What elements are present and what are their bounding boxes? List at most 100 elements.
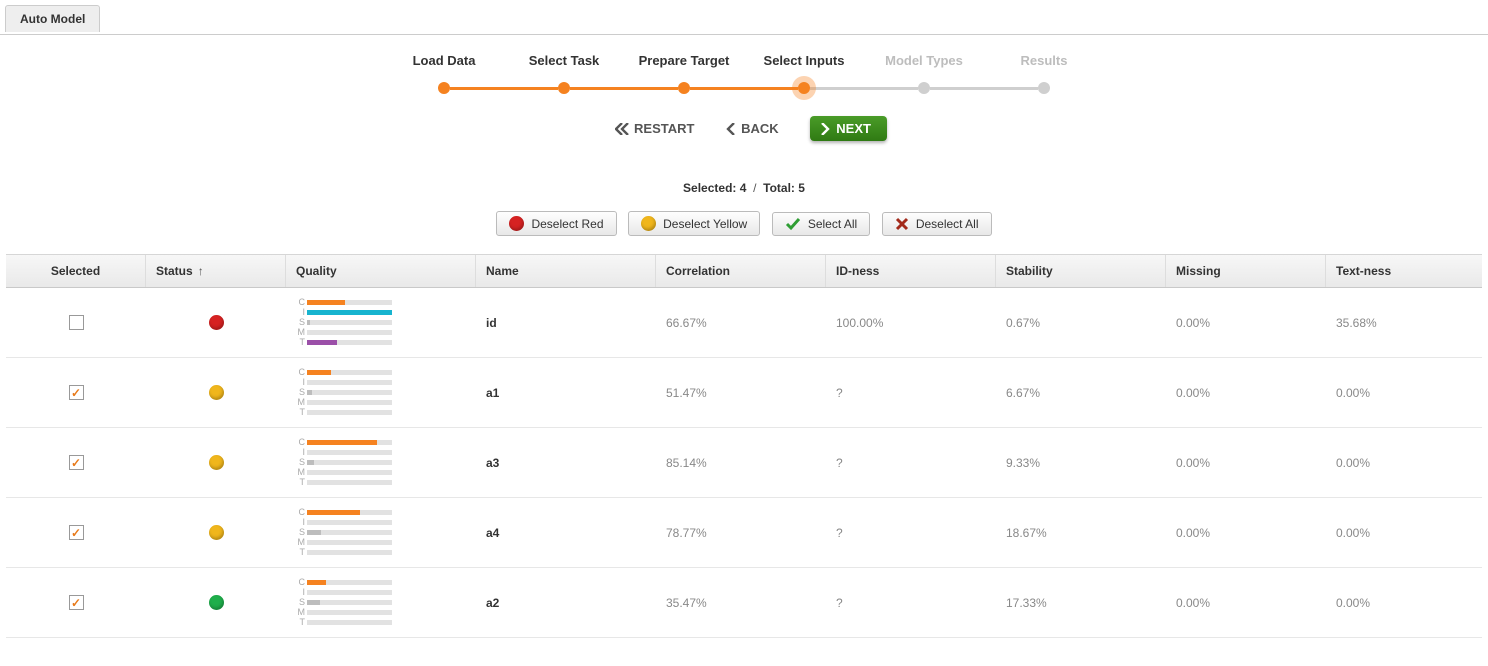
row-missing: 0.00% <box>1166 377 1326 409</box>
step-results[interactable]: Results <box>984 53 1104 94</box>
row-stability: 17.33% <box>996 587 1166 619</box>
select-all-label: Select All <box>808 217 857 231</box>
check-icon <box>785 217 801 231</box>
total-value: 5 <box>798 181 805 195</box>
restart-button[interactable]: RESTART <box>615 121 694 136</box>
deselect-red-label: Deselect Red <box>531 217 603 231</box>
quality-bars: CISMT <box>296 367 392 418</box>
row-textness: 0.00% <box>1326 377 1482 409</box>
row-correlation: 85.14% <box>656 447 826 479</box>
row-textness: 0.00% <box>1326 447 1482 479</box>
row-textness: 35.68% <box>1326 307 1482 339</box>
row-stability: 0.67% <box>996 307 1166 339</box>
row-stability: 6.67% <box>996 377 1166 409</box>
row-checkbox[interactable] <box>69 525 84 540</box>
row-name: a2 <box>476 587 656 619</box>
restart-label: RESTART <box>634 121 694 136</box>
sort-asc-icon: ↑ <box>198 264 204 278</box>
back-icon <box>726 123 736 135</box>
header-name[interactable]: Name <box>476 255 656 287</box>
total-label: Total: <box>763 181 795 195</box>
row-missing: 0.00% <box>1166 587 1326 619</box>
row-missing: 0.00% <box>1166 307 1326 339</box>
step-label: Results <box>984 53 1104 68</box>
row-checkbox[interactable] <box>69 315 84 330</box>
red-dot-icon <box>509 216 524 231</box>
step-dot-icon <box>918 82 930 94</box>
deselect-all-label: Deselect All <box>916 217 979 231</box>
row-idness: ? <box>826 377 996 409</box>
tab-bar: Auto Model <box>0 0 1488 35</box>
back-button[interactable]: BACK <box>726 121 779 136</box>
step-label: Prepare Target <box>624 53 744 68</box>
row-correlation: 78.77% <box>656 517 826 549</box>
header-textness[interactable]: Text-ness <box>1326 255 1482 287</box>
step-dot-icon <box>1038 82 1050 94</box>
table-row: CISMTa385.14%?9.33%0.00%0.00% <box>6 428 1482 498</box>
row-textness: 0.00% <box>1326 587 1482 619</box>
table-row: CISMTa478.77%?18.67%0.00%0.00% <box>6 498 1482 568</box>
quality-bars: CISMT <box>296 507 392 558</box>
header-missing[interactable]: Missing <box>1166 255 1326 287</box>
step-progress: Load DataSelect TaskPrepare TargetSelect… <box>6 53 1482 94</box>
table-header: Selected Status ↑ Quality Name Correlati… <box>6 254 1482 288</box>
status-dot-icon <box>209 385 224 400</box>
yellow-dot-icon <box>641 216 656 231</box>
row-correlation: 66.67% <box>656 307 826 339</box>
deselect-red-button[interactable]: Deselect Red <box>496 211 616 236</box>
table-row: CISMT id66.67%100.00%0.67%0.00%35.68% <box>6 288 1482 358</box>
header-selected[interactable]: Selected <box>6 255 146 287</box>
header-stability[interactable]: Stability <box>996 255 1166 287</box>
status-dot-icon <box>209 315 224 330</box>
deselect-yellow-button[interactable]: Deselect Yellow <box>628 211 760 236</box>
row-textness: 0.00% <box>1326 517 1482 549</box>
row-missing: 0.00% <box>1166 517 1326 549</box>
selected-label: Selected: <box>683 181 736 195</box>
step-dot-icon <box>558 82 570 94</box>
step-dot-icon <box>678 82 690 94</box>
step-label: Model Types <box>864 53 984 68</box>
step-label: Load Data <box>384 53 504 68</box>
row-name: a4 <box>476 517 656 549</box>
row-missing: 0.00% <box>1166 447 1326 479</box>
header-status[interactable]: Status ↑ <box>146 255 286 287</box>
deselect-yellow-label: Deselect Yellow <box>663 217 747 231</box>
status-dot-icon <box>209 525 224 540</box>
quality-bars: CISMT <box>296 297 392 348</box>
deselect-all-button[interactable]: Deselect All <box>882 212 992 236</box>
step-label: Select Task <box>504 53 624 68</box>
row-checkbox[interactable] <box>69 385 84 400</box>
row-name: id <box>476 307 656 339</box>
row-checkbox[interactable] <box>69 455 84 470</box>
quality-bars: CISMT <box>296 577 392 628</box>
back-label: BACK <box>741 121 779 136</box>
header-idness[interactable]: ID-ness <box>826 255 996 287</box>
header-quality[interactable]: Quality <box>286 255 476 287</box>
table-row: CISMTa235.47%?17.33%0.00%0.00% <box>6 568 1482 638</box>
selected-value: 4 <box>740 181 747 195</box>
status-dot-icon <box>209 455 224 470</box>
select-all-button[interactable]: Select All <box>772 212 870 236</box>
row-stability: 18.67% <box>996 517 1166 549</box>
status-dot-icon <box>209 595 224 610</box>
row-name: a3 <box>476 447 656 479</box>
restart-icon <box>615 123 629 135</box>
header-correlation[interactable]: Correlation <box>656 255 826 287</box>
row-idness: ? <box>826 587 996 619</box>
inputs-table: Selected Status ↑ Quality Name Correlati… <box>6 254 1482 638</box>
row-stability: 9.33% <box>996 447 1166 479</box>
step-dot-icon <box>438 82 450 94</box>
row-idness: ? <box>826 517 996 549</box>
row-correlation: 35.47% <box>656 587 826 619</box>
row-idness: ? <box>826 447 996 479</box>
selection-summary: Selected: 4 / Total: 5 <box>6 181 1482 195</box>
next-icon <box>820 123 830 135</box>
tab-label: Auto Model <box>20 12 85 26</box>
next-button[interactable]: NEXT <box>810 116 887 141</box>
cross-icon <box>895 217 909 231</box>
row-checkbox[interactable] <box>69 595 84 610</box>
step-dot-icon <box>798 82 810 94</box>
row-idness: 100.00% <box>826 307 996 339</box>
quality-bars: CISMT <box>296 437 392 488</box>
tab-auto-model[interactable]: Auto Model <box>5 5 100 32</box>
